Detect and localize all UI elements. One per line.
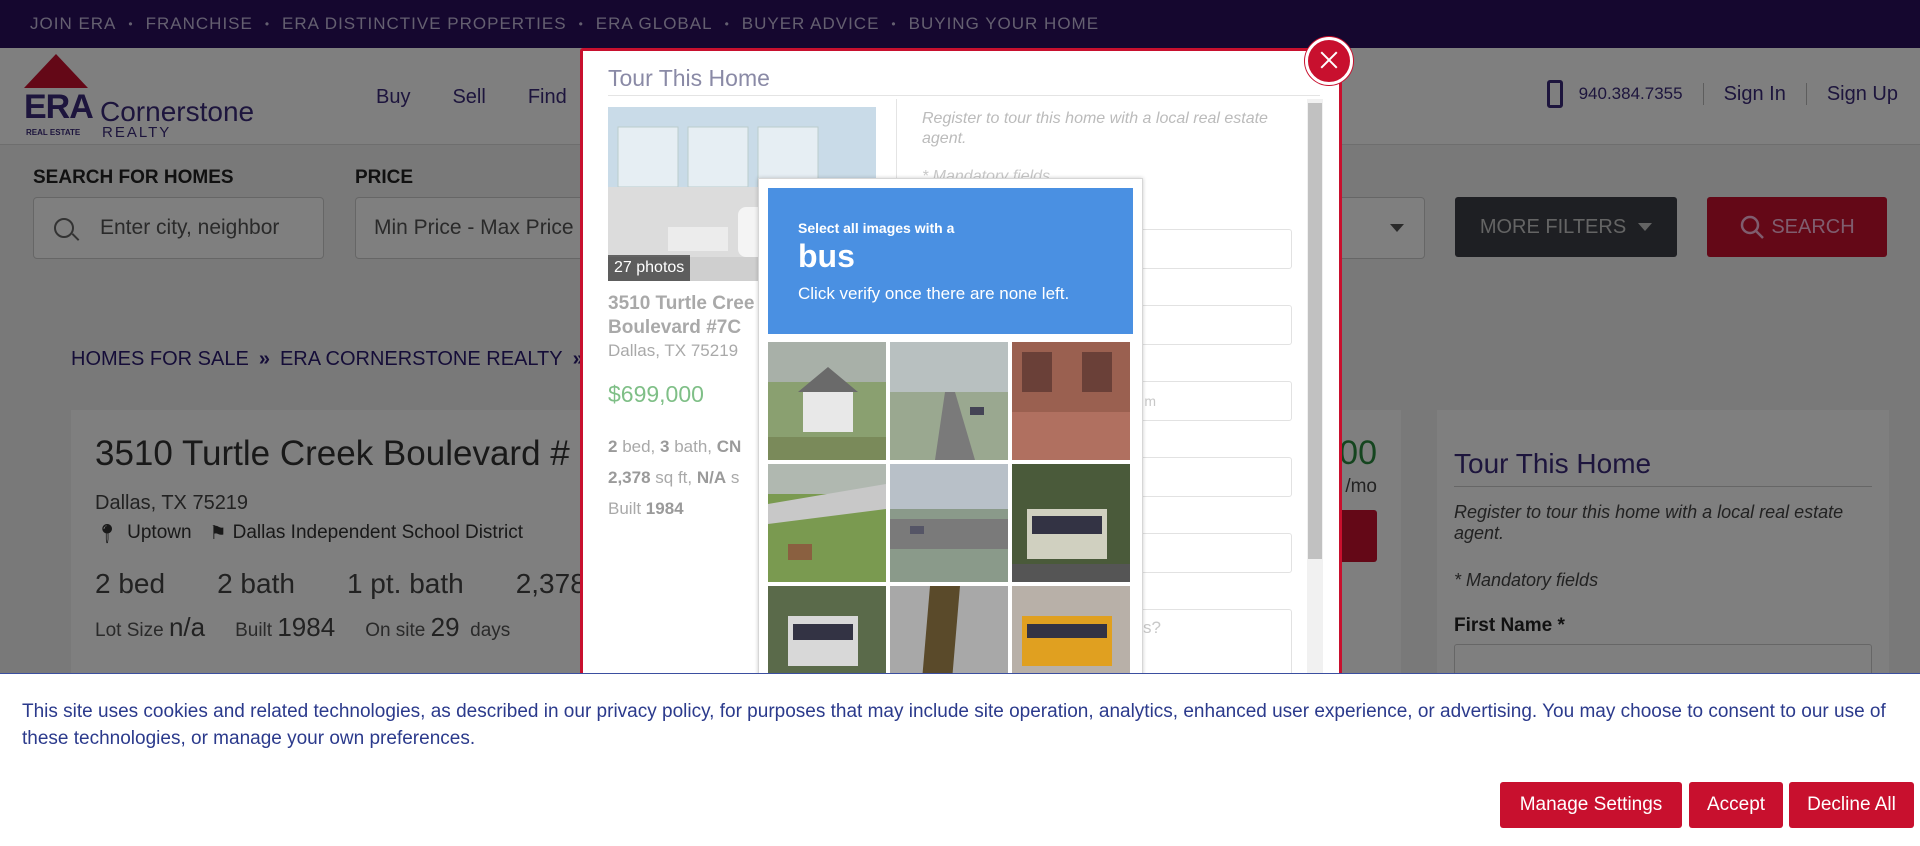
- photo-count: 27 photos: [608, 255, 691, 281]
- modal-facts-line-3: Built 1984: [608, 493, 741, 524]
- modal-title: Tour This Home: [608, 65, 770, 91]
- modal-facts-line-1: 2 bed, 3 bath, CN: [608, 431, 741, 462]
- captcha-instruction: Select all images with a: [798, 220, 955, 236]
- modal-address: 3510 Turtle Cree Boulevard #7C: [608, 293, 755, 338]
- captcha-target: bus: [798, 238, 855, 274]
- modal-scrollbar[interactable]: [1307, 99, 1323, 681]
- traffic-light-image: [890, 586, 1008, 678]
- modal-built-label: Built: [608, 499, 646, 518]
- captcha-tile[interactable]: [768, 586, 886, 678]
- modal-lot-label: s: [726, 468, 740, 487]
- modal-facts: 2 bed, 3 bath, CN 2,378 sq ft, N/A s Bui…: [608, 431, 741, 524]
- cookie-banner: This site uses cookies and related techn…: [0, 673, 1920, 846]
- captcha-tile[interactable]: [890, 342, 1008, 460]
- modal-lot: N/A: [696, 468, 727, 487]
- close-icon[interactable]: [1305, 37, 1353, 85]
- sidewalk-image: [768, 464, 886, 582]
- bus-image: [768, 586, 886, 678]
- modal-beds-label: bed,: [617, 437, 661, 456]
- message-placeholder: s?: [1143, 618, 1161, 637]
- modal-price: $699,000: [608, 381, 704, 407]
- road-image: [890, 342, 1008, 460]
- modal-built: 1984: [645, 499, 684, 518]
- captcha-tile[interactable]: [890, 586, 1008, 678]
- decline-all-button[interactable]: Decline All: [1789, 782, 1914, 828]
- school-bus-image: [1012, 586, 1130, 678]
- modal-type: CN: [716, 437, 742, 456]
- captcha-tile[interactable]: [1012, 464, 1130, 582]
- modal-baths-label: bath,: [669, 437, 717, 456]
- captcha-tile[interactable]: [1012, 586, 1130, 678]
- captcha-tile[interactable]: [768, 464, 886, 582]
- modal-register-text: Register to tour this home with a local …: [922, 110, 1268, 147]
- modal-sqft-label: sq ft,: [650, 468, 697, 487]
- scrollbar-thumb[interactable]: [1308, 103, 1322, 559]
- bus-image: [1012, 464, 1130, 582]
- captcha-challenge: Select all images with a bus Click verif…: [758, 178, 1143, 678]
- highway-image: [890, 464, 1008, 582]
- accept-button[interactable]: Accept: [1689, 782, 1783, 828]
- brick-building-image: [1012, 342, 1130, 460]
- house-image: [768, 342, 886, 460]
- modal-city: Dallas, TX 75219: [608, 341, 739, 360]
- email-placeholder: m: [1144, 393, 1156, 409]
- cookie-text: This site uses cookies and related techn…: [22, 701, 1886, 749]
- captcha-tile[interactable]: [1012, 342, 1130, 460]
- captcha-header: Select all images with a bus Click verif…: [768, 188, 1133, 334]
- modal-sqft: 2,378: [608, 468, 651, 487]
- captcha-tile[interactable]: [768, 342, 886, 460]
- divider: [608, 95, 1320, 96]
- modal-facts-line-2: 2,378 sq ft, N/A s: [608, 462, 741, 493]
- manage-settings-button[interactable]: Manage Settings: [1500, 782, 1682, 828]
- captcha-hint: Click verify once there are none left.: [798, 284, 1070, 303]
- captcha-tile[interactable]: [890, 464, 1008, 582]
